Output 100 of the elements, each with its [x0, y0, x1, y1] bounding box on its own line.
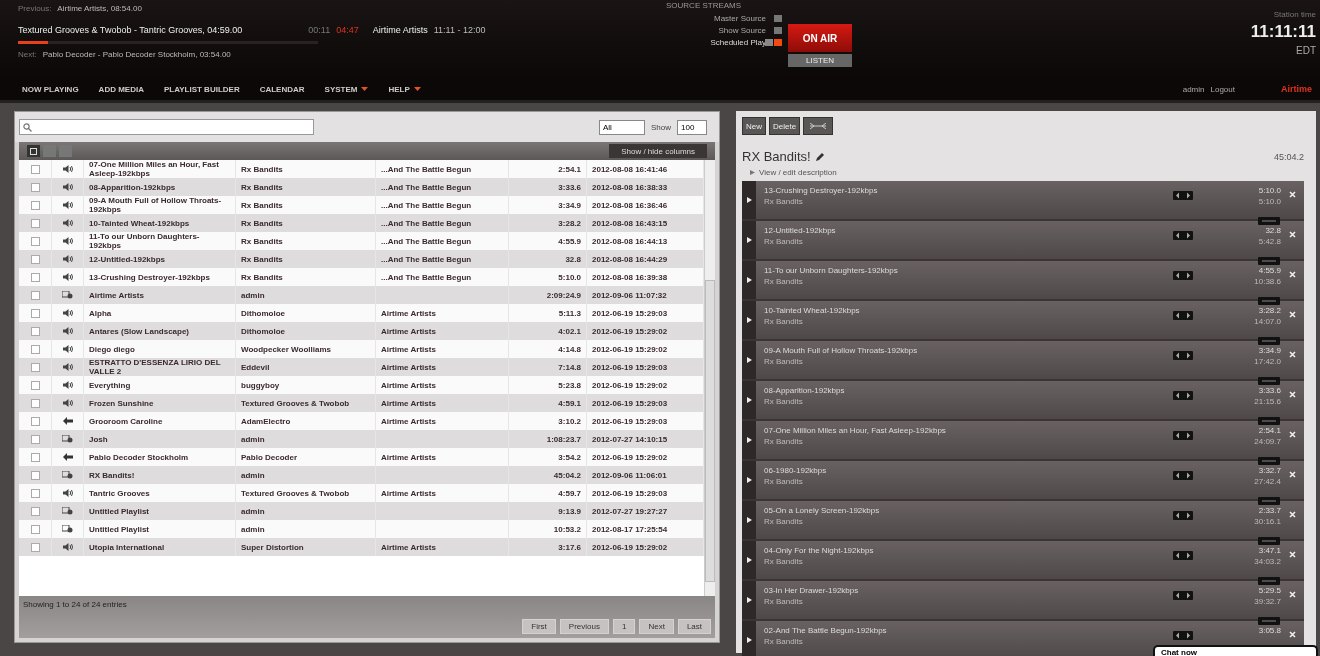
close-icon[interactable] — [1289, 551, 1296, 558]
row-checkbox[interactable] — [30, 488, 40, 498]
nav-menu-item[interactable]: NOW PLAYING — [22, 84, 79, 94]
cue-icon[interactable] — [1173, 431, 1193, 440]
chat-widget[interactable]: Chat now — [1153, 645, 1318, 656]
pager-button[interactable]: Next — [639, 619, 674, 634]
close-icon[interactable] — [1289, 351, 1296, 358]
row-checkbox[interactable] — [30, 470, 40, 480]
row-checkbox[interactable] — [30, 182, 40, 192]
item-title: 06-1980-192kbps — [764, 466, 828, 475]
item-artist: Rx Bandits — [764, 557, 804, 566]
source-label: Scheduled Play — [710, 37, 766, 47]
source-toggle[interactable] — [774, 14, 782, 22]
play-icon[interactable] — [746, 597, 752, 603]
row-checkbox[interactable] — [30, 506, 40, 516]
source-toggle[interactable] — [774, 26, 782, 34]
cue-icon[interactable] — [1173, 391, 1193, 400]
item-artist: Rx Bandits — [764, 637, 804, 646]
row-checkbox[interactable] — [30, 236, 40, 246]
play-icon[interactable] — [746, 397, 752, 403]
cue-icon[interactable] — [1173, 551, 1193, 560]
play-icon[interactable] — [746, 317, 752, 323]
close-icon[interactable] — [1289, 591, 1296, 598]
nav-menu-item[interactable]: ADD MEDIA — [98, 84, 144, 94]
crossfade-icon — [810, 123, 827, 129]
pager-button[interactable]: First — [522, 619, 556, 634]
row-checkbox[interactable] — [30, 272, 40, 282]
close-icon[interactable] — [1289, 511, 1296, 518]
close-icon[interactable] — [1289, 631, 1296, 638]
play-icon[interactable] — [746, 197, 752, 203]
close-icon[interactable] — [1289, 311, 1296, 318]
play-icon[interactable] — [746, 237, 752, 243]
row-checkbox[interactable] — [30, 290, 40, 300]
row-checkbox[interactable] — [30, 344, 40, 354]
play-icon[interactable] — [746, 477, 752, 483]
select-all-button[interactable] — [27, 145, 40, 157]
search-icon — [23, 122, 32, 132]
pager-button[interactable]: Previous — [559, 619, 609, 634]
triangle-icon — [750, 170, 755, 175]
close-icon[interactable] — [1289, 191, 1296, 198]
row-checkbox[interactable] — [30, 254, 40, 264]
playlist-button[interactable]: Delete — [769, 117, 801, 135]
nav-menu-item[interactable]: SYSTEM — [324, 84, 369, 94]
close-icon[interactable] — [1289, 471, 1296, 478]
row-checkbox[interactable] — [30, 380, 40, 390]
filter-select[interactable]: All — [599, 119, 645, 135]
close-icon[interactable] — [1289, 391, 1296, 398]
nav-menu-item[interactable]: HELP — [388, 84, 421, 94]
row-checkbox[interactable] — [30, 416, 40, 426]
album-cell: Airtime Artists — [376, 538, 509, 556]
nav-menu-item[interactable]: PLAYLIST BUILDER — [163, 84, 240, 94]
pencil-icon[interactable] — [815, 152, 825, 161]
row-checkbox[interactable] — [30, 434, 40, 444]
page-size-select[interactable]: 100 — [677, 119, 707, 135]
cue-icon[interactable] — [1173, 591, 1193, 600]
row-checkbox[interactable] — [30, 200, 40, 210]
play-icon[interactable] — [746, 517, 752, 523]
play-icon[interactable] — [746, 637, 752, 643]
pager-button[interactable]: Last — [677, 619, 711, 634]
nav-menu-item[interactable]: CALENDAR — [259, 84, 305, 94]
row-checkbox[interactable] — [30, 362, 40, 372]
cue-icon[interactable] — [1173, 191, 1193, 200]
elapsed-time: 00:11 — [308, 25, 331, 35]
cue-icon[interactable] — [1173, 351, 1193, 360]
title-cell: Utopia International — [84, 538, 236, 556]
row-checkbox[interactable] — [30, 398, 40, 408]
cue-icon[interactable] — [1173, 231, 1193, 240]
item-title: 11-To our Unborn Daughters-192kbps — [764, 266, 899, 275]
play-icon[interactable] — [746, 557, 752, 563]
cue-icon[interactable] — [1173, 471, 1193, 480]
cue-icon[interactable] — [1173, 511, 1193, 520]
listen-button[interactable]: LISTEN — [788, 54, 852, 67]
columns-button[interactable]: Show / hide columns — [609, 144, 707, 158]
cue-icon[interactable] — [1173, 631, 1193, 640]
source-streams-label: SOURCE STREAMS — [665, 1, 743, 10]
row-checkbox[interactable] — [30, 326, 40, 336]
speaker-icon — [62, 219, 73, 227]
row-checkbox[interactable] — [30, 542, 40, 552]
close-icon[interactable] — [1289, 271, 1296, 278]
row-checkbox[interactable] — [30, 452, 40, 462]
on-air-button[interactable]: ON AIR — [788, 24, 852, 52]
playlist-button[interactable]: New — [742, 117, 766, 135]
cue-icon[interactable] — [1173, 311, 1193, 320]
logout-link[interactable]: Logout — [1210, 84, 1235, 94]
close-icon[interactable] — [1289, 431, 1296, 438]
cue-icon[interactable] — [1173, 271, 1193, 280]
play-icon[interactable] — [746, 437, 752, 443]
play-icon[interactable] — [746, 277, 752, 283]
play-icon[interactable] — [746, 357, 752, 363]
crossfade-button[interactable] — [803, 117, 834, 135]
speaker-icon — [62, 201, 73, 209]
item-title: 05-On a Lonely Screen-192kbps — [764, 506, 881, 515]
description-link[interactable]: View / edit description — [759, 168, 837, 177]
search-field[interactable] — [19, 119, 314, 135]
pager-button[interactable]: 1 — [612, 619, 636, 634]
row-checkbox[interactable] — [30, 164, 40, 174]
row-checkbox[interactable] — [30, 218, 40, 228]
row-checkbox[interactable] — [30, 308, 40, 318]
row-checkbox[interactable] — [30, 524, 40, 534]
close-icon[interactable] — [1289, 231, 1296, 238]
